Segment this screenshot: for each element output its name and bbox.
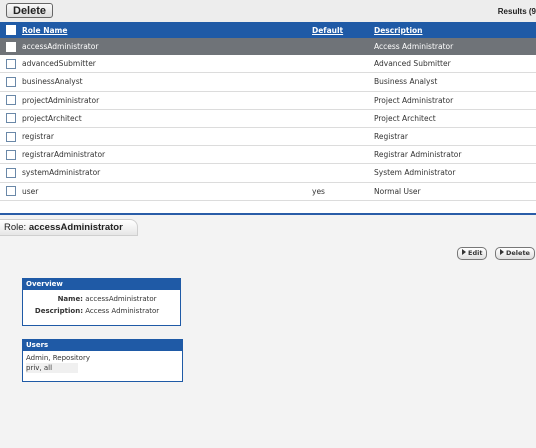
role-title-prefix: Role: — [4, 222, 29, 233]
row-checkbox[interactable] — [6, 41, 16, 52]
role-name-cell[interactable]: systemAdministrator — [22, 163, 312, 183]
edit-label: Edit — [468, 249, 483, 257]
delete-button[interactable]: Delete — [6, 3, 54, 18]
users-line-1: Admin, Repository — [26, 354, 90, 362]
row-checkbox[interactable] — [6, 167, 16, 178]
default-cell — [312, 145, 374, 165]
row-checkbox[interactable] — [6, 58, 16, 69]
row-checkbox[interactable] — [6, 131, 16, 142]
role-name-cell[interactable]: projectAdministrator — [22, 91, 312, 110]
default-cell — [312, 127, 374, 147]
role-name-cell[interactable]: user — [22, 182, 312, 201]
description-cell: Registrar Administrator — [374, 145, 536, 165]
description-cell: Project Administrator — [374, 91, 536, 110]
delete-role-label: Delete — [506, 249, 530, 257]
role-title-tab: Role: accessAdministrator — [0, 219, 138, 236]
row-checkbox[interactable] — [6, 113, 16, 124]
select-all-checkbox[interactable] — [6, 25, 16, 35]
play-arrow-icon — [500, 249, 504, 255]
column-header-role-name[interactable]: Role Name — [22, 22, 312, 38]
role-name-cell[interactable]: registrar — [22, 127, 312, 147]
overview-name-value: accessAdministrator — [85, 295, 157, 303]
default-cell — [312, 109, 374, 128]
description-cell: Normal User — [374, 182, 536, 201]
play-arrow-icon — [462, 249, 466, 255]
overview-title: Overview — [23, 279, 180, 290]
table-row[interactable]: user yes Normal User — [0, 182, 536, 201]
table-row[interactable]: projectAdministrator Project Administrato… — [0, 91, 536, 110]
overview-description-key: Description: — [34, 307, 83, 315]
default-cell — [312, 72, 374, 92]
column-header-description[interactable]: Description — [374, 22, 536, 38]
users-title: Users — [23, 340, 182, 351]
table-row[interactable]: projectArchitect Project Architect — [0, 109, 536, 128]
table-row[interactable]: registrarAdministrator Registrar Administ… — [0, 145, 536, 165]
table-row[interactable]: systemAdministrator System Administrator — [0, 163, 536, 183]
default-cell: yes — [312, 182, 374, 201]
overview-name-key: Name: — [57, 295, 83, 303]
default-cell — [312, 163, 374, 183]
results-count: Results (9 — [497, 7, 536, 16]
role-name-cell[interactable]: accessAdministrator — [22, 38, 312, 56]
role-name-cell[interactable]: projectArchitect — [22, 109, 312, 128]
delete-role-button[interactable]: Delete — [495, 247, 535, 260]
description-cell: Project Architect — [374, 109, 536, 128]
description-cell: Registrar — [374, 127, 536, 147]
overview-description-value: Access Administrator — [85, 307, 160, 315]
role-name-cell[interactable]: advancedSubmitter — [22, 55, 312, 74]
row-checkbox[interactable] — [6, 95, 16, 106]
table-row[interactable]: registrar Registrar — [0, 127, 536, 147]
table-row[interactable]: businessAnalyst Business Analyst — [0, 72, 536, 92]
role-detail-panel: Role: accessAdministrator Edit Delete Ov… — [0, 215, 536, 448]
role-name-cell[interactable]: businessAnalyst — [22, 72, 312, 92]
description-cell: Access Administrator — [374, 38, 536, 56]
row-checkbox[interactable] — [6, 186, 16, 197]
role-name-cell[interactable]: registrarAdministrator — [22, 145, 312, 165]
table-row[interactable]: advancedSubmitter Advanced Submitter — [0, 55, 536, 74]
row-checkbox[interactable] — [6, 149, 16, 160]
role-title-name: accessAdministrator — [28, 222, 123, 233]
users-box: Users Admin, Repository priv, all — [22, 339, 183, 382]
description-cell: System Administrator — [374, 163, 536, 183]
row-checkbox[interactable] — [6, 76, 16, 87]
users-line-2: priv, all — [26, 363, 79, 373]
table-row[interactable]: accessAdministrator Access Administrator — [0, 38, 536, 56]
default-cell — [312, 38, 374, 56]
default-cell — [312, 91, 374, 110]
default-cell — [312, 55, 374, 74]
description-cell: Advanced Submitter — [374, 55, 536, 74]
overview-box: Overview Name: accessAdministrator Descr… — [22, 278, 181, 326]
table-header-row: Role Name Default Description — [0, 22, 536, 38]
description-cell: Business Analyst — [374, 72, 536, 92]
toolbar: Delete Results (9 — [0, 0, 536, 22]
roles-table: Role Name Default Description accessAdmi… — [0, 22, 536, 201]
column-header-default[interactable]: Default — [312, 22, 374, 38]
edit-button[interactable]: Edit — [457, 247, 488, 260]
